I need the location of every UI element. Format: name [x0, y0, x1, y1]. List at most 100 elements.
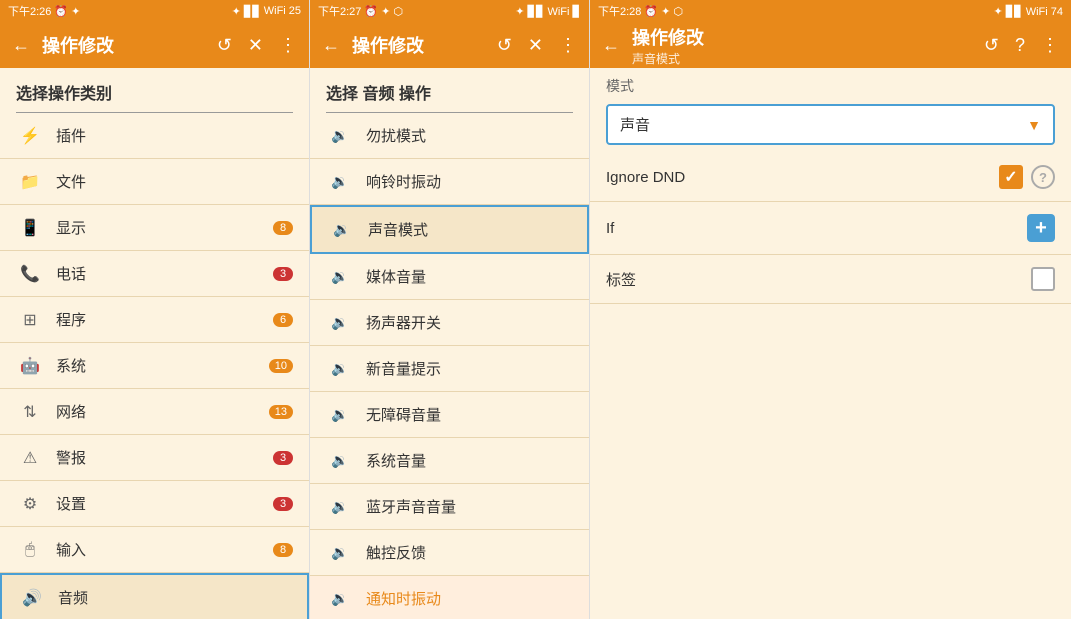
notify-vib-label: 通知时振动 — [366, 588, 441, 609]
help-button-3[interactable]: ? — [1011, 31, 1029, 60]
audio-op-dnd[interactable]: 🔉 勿扰模式 — [310, 113, 589, 159]
status-bar-2: 下午2:27 ⏰ ✦ ⬡ ✦ ▊▊ WiFi ▊ — [310, 0, 589, 22]
mode-label: 模式 — [606, 76, 1055, 96]
apps-badge: 6 — [273, 313, 293, 327]
status-time-1: 下午2:26 ⏰ ✦ — [8, 3, 80, 19]
ignore-dnd-help[interactable]: ? — [1031, 165, 1055, 189]
soundmode-icon: 🔉 — [328, 221, 356, 238]
audio-op-media[interactable]: 🔉 媒体音量 — [310, 254, 589, 300]
refresh-button-1[interactable]: ↺ — [213, 31, 236, 60]
display-label: 显示 — [56, 217, 273, 238]
alarm-label: 警报 — [56, 447, 273, 468]
settings-label: 设置 — [56, 493, 273, 514]
status-icons-1: ⏰ ✦ — [54, 5, 80, 18]
if-row: If + — [590, 202, 1071, 255]
bt-vol-label: 蓝牙声音音量 — [366, 496, 456, 517]
audio-op-haptic[interactable]: 🔉 触控反馈 — [310, 530, 589, 576]
bt-vol-icon: 🔉 — [326, 498, 354, 515]
soundmode-label: 声音模式 — [368, 219, 428, 240]
more-button-1[interactable]: ⋮ — [275, 31, 301, 60]
audio-op-vibrate[interactable]: 🔉 响铃时振动 — [310, 159, 589, 205]
sound-mode-dropdown[interactable]: 声音 ▼ — [606, 104, 1055, 145]
tag-label: 标签 — [606, 269, 1031, 290]
status-icons-2: ⏰ ✦ ⬡ — [364, 5, 403, 18]
tag-checkbox[interactable] — [1031, 267, 1055, 291]
network-icon: ⇅ — [16, 402, 44, 422]
list-item-phone[interactable]: 📞 电话 3 — [0, 251, 309, 297]
status-right-2: ✦ ▊▊ WiFi ▊ — [515, 5, 581, 18]
close-button-2[interactable]: ✕ — [524, 31, 547, 60]
back-button-2[interactable]: ← — [318, 31, 344, 60]
list-item-alarm[interactable]: ⚠ 警报 3 — [0, 435, 309, 481]
back-button-1[interactable]: ← — [8, 31, 34, 60]
phone-badge: 3 — [273, 267, 293, 281]
sys-vol-label: 系统音量 — [366, 450, 426, 471]
plugin-icon: ⚡ — [16, 126, 44, 146]
audio-op-new-vol[interactable]: 🔉 新音量提示 — [310, 346, 589, 392]
audio-ops-list: 🔉 勿扰模式 🔉 响铃时振动 🔉 声音模式 🔉 媒体音量 🔉 扬声器开关 🔉 新… — [310, 113, 589, 619]
list-item-file[interactable]: 📁 文件 — [0, 159, 309, 205]
app-bar-3: ← 操作修改 声音模式 ↺ ? ⋮ — [590, 22, 1071, 68]
more-button-3[interactable]: ⋮ — [1037, 31, 1063, 60]
system-label: 系统 — [56, 355, 269, 376]
list-item-settings[interactable]: ⚙ 设置 3 — [0, 481, 309, 527]
status-time-3: 下午2:28 ⏰ ✦ ⬡ — [598, 3, 683, 19]
wifi-icon-1: WiFi — [264, 5, 286, 17]
status-bar-3: 下午2:28 ⏰ ✦ ⬡ ✦ ▊▊ WiFi 74 — [590, 0, 1071, 22]
notify-vib-icon: 🔉 — [326, 590, 354, 607]
time-2: 下午2:27 — [318, 3, 361, 19]
audio-op-notify-vibrate[interactable]: 🔉 通知时振动 — [310, 576, 589, 619]
audio-op-accessible[interactable]: 🔉 无障碍音量 — [310, 392, 589, 438]
phone-label: 电话 — [56, 263, 273, 284]
list-item-apps[interactable]: ⊞ 程序 6 — [0, 297, 309, 343]
audio-op-speaker[interactable]: 🔉 扬声器开关 — [310, 300, 589, 346]
panel-category: 下午2:26 ⏰ ✦ ✦ ▊▊ WiFi 25 ← 操作修改 ↺ ✕ ⋮ 选择操… — [0, 0, 310, 619]
list-item-system[interactable]: 🤖 系统 10 — [0, 343, 309, 389]
list-item-network[interactable]: ⇅ 网络 13 — [0, 389, 309, 435]
bt-icon-2: ✦ ▊▊ WiFi ▊ — [515, 5, 581, 18]
if-add-button[interactable]: + — [1027, 214, 1055, 242]
status-right-3: ✦ ▊▊ WiFi 74 — [993, 5, 1063, 18]
refresh-button-3[interactable]: ↺ — [980, 31, 1003, 60]
phone-icon: 📞 — [16, 264, 44, 284]
refresh-button-2[interactable]: ↺ — [493, 31, 516, 60]
list-item-input[interactable]: 🖱 输入 8 — [0, 527, 309, 573]
audio-op-bt-vol[interactable]: 🔉 蓝牙声音音量 — [310, 484, 589, 530]
audio-op-soundmode[interactable]: 🔉 声音模式 — [310, 205, 589, 254]
accessible-icon: 🔉 — [326, 406, 354, 423]
battery-3: ✦ ▊▊ WiFi 74 — [993, 5, 1063, 18]
file-icon: 📁 — [16, 172, 44, 192]
audio-label: 音频 — [58, 587, 291, 608]
plus-icon: + — [1035, 217, 1047, 240]
list-item-display[interactable]: 📱 显示 8 — [0, 205, 309, 251]
list-item-audio[interactable]: 🔊 音频 — [0, 573, 309, 619]
audio-op-sys-vol[interactable]: 🔉 系统音量 — [310, 438, 589, 484]
input-badge: 8 — [273, 543, 293, 557]
bt-icon-1: ✦ — [232, 5, 241, 18]
close-button-1[interactable]: ✕ — [244, 31, 267, 60]
haptic-icon: 🔉 — [326, 544, 354, 561]
alarm-icon: ⚠ — [16, 448, 44, 468]
input-label: 输入 — [56, 539, 273, 560]
media-icon: 🔉 — [326, 268, 354, 285]
mode-section-row: 模式 — [590, 68, 1071, 104]
status-icons-3: ⏰ ✦ ⬡ — [644, 5, 683, 18]
apps-icon: ⊞ — [16, 310, 44, 330]
tag-row: 标签 — [590, 255, 1071, 304]
more-button-2[interactable]: ⋮ — [555, 31, 581, 60]
dnd-label: 勿扰模式 — [366, 125, 426, 146]
check-icon: ✓ — [1004, 167, 1017, 187]
panel-audio-ops: 下午2:27 ⏰ ✦ ⬡ ✦ ▊▊ WiFi ▊ ← 操作修改 ↺ ✕ ⋮ 选择… — [310, 0, 590, 619]
category-header: 选择操作类别 — [0, 68, 309, 112]
plugin-label: 插件 — [56, 125, 293, 146]
list-item-plugin[interactable]: ⚡ 插件 — [0, 113, 309, 159]
network-label: 网络 — [56, 401, 269, 422]
dropdown-arrow-icon: ▼ — [1027, 117, 1041, 133]
app-title-1: 操作修改 — [42, 32, 205, 58]
audio-icon: 🔊 — [18, 588, 46, 608]
ignore-dnd-label: Ignore DND — [606, 169, 999, 186]
ignore-dnd-checkbox[interactable]: ✓ — [999, 165, 1023, 189]
back-button-3[interactable]: ← — [598, 31, 624, 60]
file-label: 文件 — [56, 171, 293, 192]
status-bar-1: 下午2:26 ⏰ ✦ ✦ ▊▊ WiFi 25 — [0, 0, 309, 22]
